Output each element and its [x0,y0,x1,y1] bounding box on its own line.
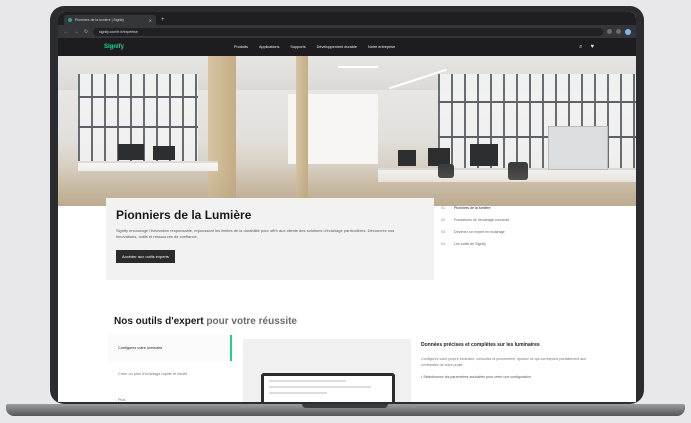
hero-image [58,56,636,206]
page-title: Pionniers de la Lumière [116,208,252,222]
search-icon[interactable]: ⌕ [579,44,582,51]
laptop-base [6,404,685,416]
toc-item[interactable]: 03 Devenez un expert en éclairage [441,226,601,238]
intro-text: Signify encourage l'innovation responsab… [116,228,395,239]
toc-item[interactable]: 04 Les outils de Signify [441,238,601,250]
mini-laptop-screen [261,373,395,402]
bookmark-icon[interactable] [607,29,612,34]
back-icon[interactable]: ← [63,29,69,35]
profile-avatar[interactable] [625,28,631,35]
tools-nav-item-configure[interactable]: Configurez votre luminaire [108,335,232,361]
signify-logo[interactable]: Signify [104,44,234,50]
close-icon[interactable]: ✕ [149,18,152,23]
nav-item-produits[interactable]: Produits [234,45,248,49]
tools-copy-title: Données précises et complètes sur les lu… [421,342,540,348]
nav-item-applications[interactable]: Applications [259,45,279,49]
new-tab-button[interactable]: + [161,15,165,25]
browser-tab[interactable]: Pionniers de la lumière | Signify ✕ [64,15,156,25]
reload-icon[interactable]: ↻ [83,29,89,35]
tab-bar: Pionniers de la lumière | Signify ✕ + [58,12,636,25]
tools-nav-item-more[interactable]: Plus [108,387,232,402]
tab-title: Pionniers de la lumière | Signify [75,18,124,22]
nav-item-supports[interactable]: Supports [290,45,305,49]
extensions-icon[interactable] [616,29,621,34]
nav-item-notre-entreprise[interactable]: Notre entreprise [368,45,395,49]
expert-tools-button[interactable]: Accéder aux outils experts [116,250,175,263]
nav-item-developpement-durable[interactable]: Développement durable [317,45,357,49]
toc-item[interactable]: 02 Fondations de l'éclairage connecté [441,214,601,226]
laptop-lid: Pionniers de la lumière | Signify ✕ + ← … [50,6,644,404]
tools-section-title: Nos outils d'expert pour votre réussite [114,316,297,327]
url-field[interactable]: signify.com/fr-fr/expertise [93,27,603,36]
tools-nav: Configurez votre luminaire Créer un plan… [108,335,232,402]
toc-item[interactable]: 01 Pionniers de la lumière [441,202,601,214]
browser-screen: Pionniers de la lumière | Signify ✕ + ← … [58,12,636,402]
table-of-contents: 01 Pionniers de la lumière 02 Fondations… [441,202,601,250]
tools-copy-bullet: • Sélectionnez les paramètres souhaités … [421,375,531,379]
tools-copy-text: Configurez votre propre luminaire, consu… [421,357,587,367]
tools-nav-item-plan[interactable]: Créer un plan d'éclairage rapide et intu… [108,361,232,387]
tools-copy: Données précises et complètes sur les lu… [421,342,593,379]
main-nav: Produits Applications Supports Développe… [234,45,571,49]
heart-icon[interactable]: ♥ [590,44,594,50]
tool-preview-image [243,339,411,402]
forward-icon[interactable]: → [73,29,79,35]
address-bar: ← → ↻ signify.com/fr-fr/expertise [58,25,636,38]
favicon-icon [68,18,72,22]
intro-card: Pionniers de la Lumière Signify encourag… [106,198,434,280]
site-header: Signify Produits Applications Supports D… [58,38,636,56]
